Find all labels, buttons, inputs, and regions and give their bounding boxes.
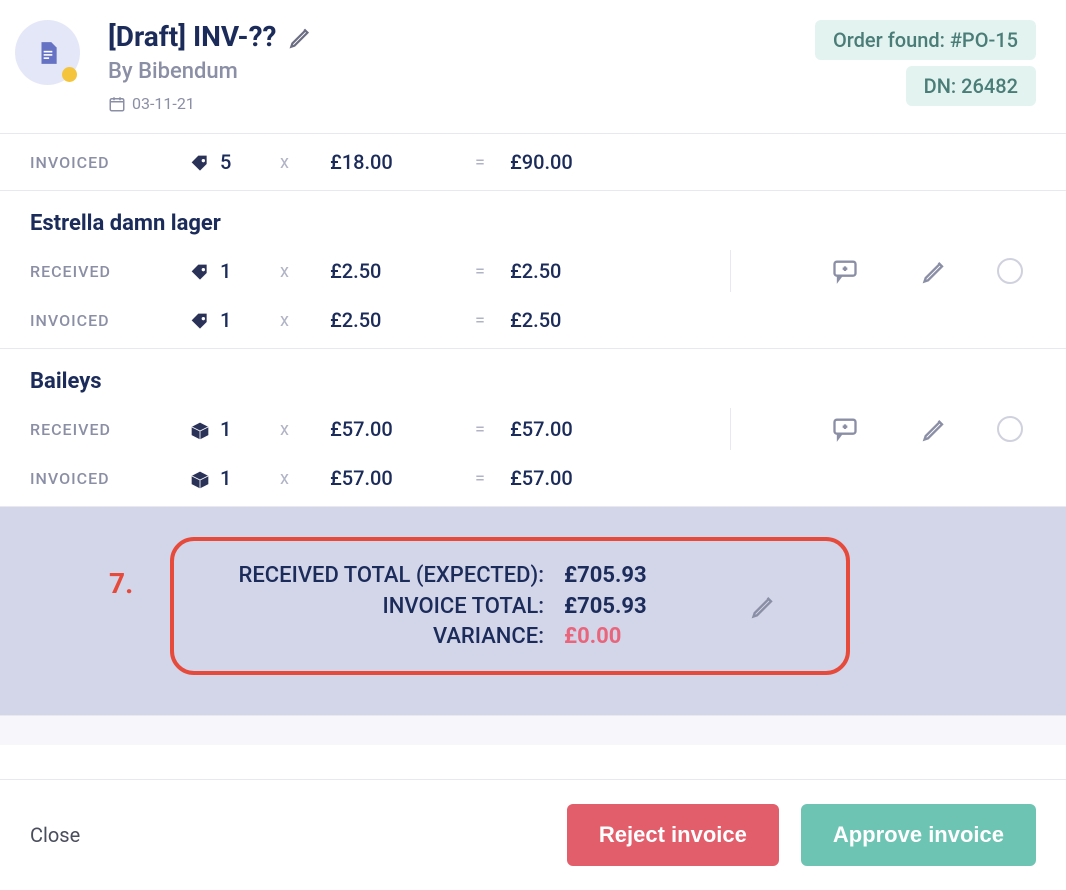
qty: 1 (220, 466, 280, 490)
equals: = (450, 261, 510, 282)
qty: 5 (220, 150, 280, 174)
tag-icon (190, 150, 220, 174)
line-total: £2.50 (510, 308, 660, 332)
line-section-baileys: Baileys RECEIVED 1 x £57.00 = £57.00 INV… (0, 349, 1066, 507)
invoice-title: [Draft] INV-?? (108, 20, 276, 53)
line-row-orphan-invoiced: INVOICED 5 x £18.00 = £90.00 (0, 142, 1066, 182)
times: x (280, 468, 330, 489)
edit-line-button[interactable] (890, 415, 980, 443)
order-found-pill[interactable]: Order found: #PO-15 (815, 20, 1036, 60)
line-total: £57.00 (510, 466, 660, 490)
close-link[interactable]: Close (30, 823, 80, 847)
qty: 1 (220, 308, 280, 332)
supplier-name: By Bibendum (108, 59, 815, 84)
select-circle[interactable] (980, 258, 1040, 284)
invoice-header: [Draft] INV-?? By Bibendum 03-11-21 Orde… (0, 0, 1066, 134)
invoice-total-label: INVOICE TOTAL: (184, 594, 564, 619)
variance-value: £0.00 (564, 624, 744, 649)
edit-line-button[interactable] (890, 257, 980, 285)
totals-block: 7. RECEIVED TOTAL (EXPECTED): £705.93 IN… (0, 507, 1066, 715)
equals: = (450, 419, 510, 440)
line-row-estrella-invoiced: INVOICED 1 x £2.50 = £2.50 (0, 300, 1066, 340)
box-icon (190, 417, 220, 441)
times: x (280, 152, 330, 173)
status-dot (62, 67, 77, 82)
dn-pill[interactable]: DN: 26482 (906, 66, 1036, 106)
invoice-date: 03-11-21 (132, 94, 195, 113)
approve-invoice-button[interactable]: Approve invoice (801, 804, 1036, 866)
line-section-estrella: Estrella damn lager RECEIVED 1 x £2.50 =… (0, 191, 1066, 349)
footer-gap (0, 715, 1066, 745)
header-info: [Draft] INV-?? By Bibendum 03-11-21 (108, 20, 815, 113)
price: £57.00 (330, 417, 450, 441)
document-avatar (15, 20, 80, 85)
qty: 1 (220, 259, 280, 283)
qty: 1 (220, 417, 280, 441)
times: x (280, 419, 330, 440)
edit-invoice-total-button[interactable] (744, 592, 784, 620)
row-label: INVOICED (30, 311, 190, 330)
tag-icon (190, 308, 220, 332)
comment-button[interactable] (800, 257, 890, 285)
tag-icon (190, 259, 220, 283)
line-total: £90.00 (510, 150, 660, 174)
received-total-value: £705.93 (564, 563, 744, 588)
product-name: Estrella damn lager (0, 199, 1066, 242)
document-icon (35, 40, 61, 66)
times: x (280, 310, 330, 331)
price: £57.00 (330, 466, 450, 490)
divider (730, 250, 731, 292)
select-circle[interactable] (980, 416, 1040, 442)
equals: = (450, 310, 510, 331)
price: £18.00 (330, 150, 450, 174)
row-label: RECEIVED (30, 262, 190, 281)
times: x (280, 261, 330, 282)
variance-label: VARIANCE: (184, 624, 564, 649)
price: £2.50 (330, 259, 450, 283)
callout-number: 7. (109, 567, 133, 600)
line-total: £57.00 (510, 417, 660, 441)
row-label: INVOICED (30, 469, 190, 488)
calendar-icon (108, 95, 126, 113)
box-icon (190, 466, 220, 490)
line-total: £2.50 (510, 259, 660, 283)
row-label: RECEIVED (30, 420, 190, 439)
equals: = (450, 152, 510, 173)
line-row-estrella-received: RECEIVED 1 x £2.50 = £2.50 (0, 242, 1066, 300)
price: £2.50 (330, 308, 450, 332)
received-total-label: RECEIVED TOTAL (EXPECTED): (184, 563, 564, 588)
edit-title-icon[interactable] (288, 24, 314, 50)
product-name: Baileys (0, 357, 1066, 400)
reject-invoice-button[interactable]: Reject invoice (567, 804, 779, 866)
comment-button[interactable] (800, 415, 890, 443)
line-row-baileys-invoiced: INVOICED 1 x £57.00 = £57.00 (0, 458, 1066, 498)
row-label: INVOICED (30, 153, 190, 172)
equals: = (450, 468, 510, 489)
invoice-total-value: £705.93 (564, 594, 744, 619)
divider (730, 408, 731, 450)
line-row-baileys-received: RECEIVED 1 x £57.00 = £57.00 (0, 400, 1066, 458)
totals-callout: 7. RECEIVED TOTAL (EXPECTED): £705.93 IN… (170, 537, 850, 675)
line-list: INVOICED 5 x £18.00 = £90.00 Estrella da… (0, 134, 1066, 745)
line-section-orphan: INVOICED 5 x £18.00 = £90.00 (0, 134, 1066, 191)
header-pills: Order found: #PO-15 DN: 26482 (815, 20, 1036, 106)
footer: Close Reject invoice Approve invoice (0, 779, 1066, 890)
